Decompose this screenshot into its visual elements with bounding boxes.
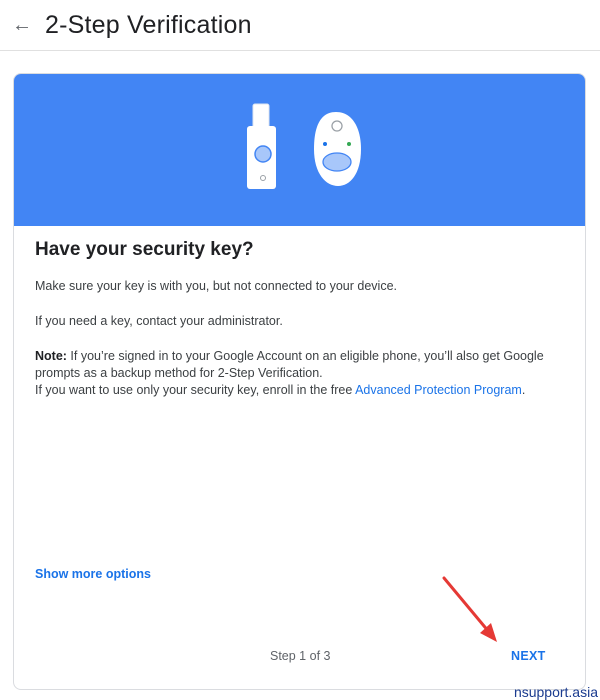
arrow-left-icon[interactable]: ← <box>10 12 34 38</box>
hero-banner <box>14 74 585 226</box>
note-line-3-prefix: If you want to use only your security ke… <box>35 383 356 397</box>
card-heading: Have your security key? <box>35 239 254 260</box>
security-keys-illustration <box>247 103 361 189</box>
step-indicator: Step 1 of 3 <box>270 649 331 663</box>
advanced-protection-link[interactable]: Advanced Protection Program <box>355 383 522 397</box>
note-paragraph: Note: If you’re signed in to your Google… <box>35 348 560 399</box>
key-instruction: Make sure your key is with you, but not … <box>35 279 397 293</box>
watermark: nsupport.asia <box>513 684 598 700</box>
show-more-options-link[interactable]: Show more options <box>35 567 151 581</box>
next-button[interactable]: NEXT <box>511 649 546 663</box>
note-line-2: prompts as a backup method for 2-Step Ve… <box>35 366 323 380</box>
usb-security-key-icon <box>247 103 276 189</box>
note-line-1: If you’re signed in to your Google Accou… <box>66 349 544 363</box>
admin-instruction: If you need a key, contact your administ… <box>35 314 283 328</box>
page-title: 2-Step Verification <box>45 11 252 39</box>
top-bar: ← 2-Step Verification <box>0 0 600 51</box>
note-line-3-suffix: . <box>521 383 526 397</box>
bluetooth-security-key-icon <box>314 112 361 186</box>
verification-card: Have your security key? Make sure your k… <box>13 73 586 690</box>
note-label: Note: <box>35 349 67 363</box>
card-content: Have your security key? Make sure your k… <box>35 238 555 397</box>
